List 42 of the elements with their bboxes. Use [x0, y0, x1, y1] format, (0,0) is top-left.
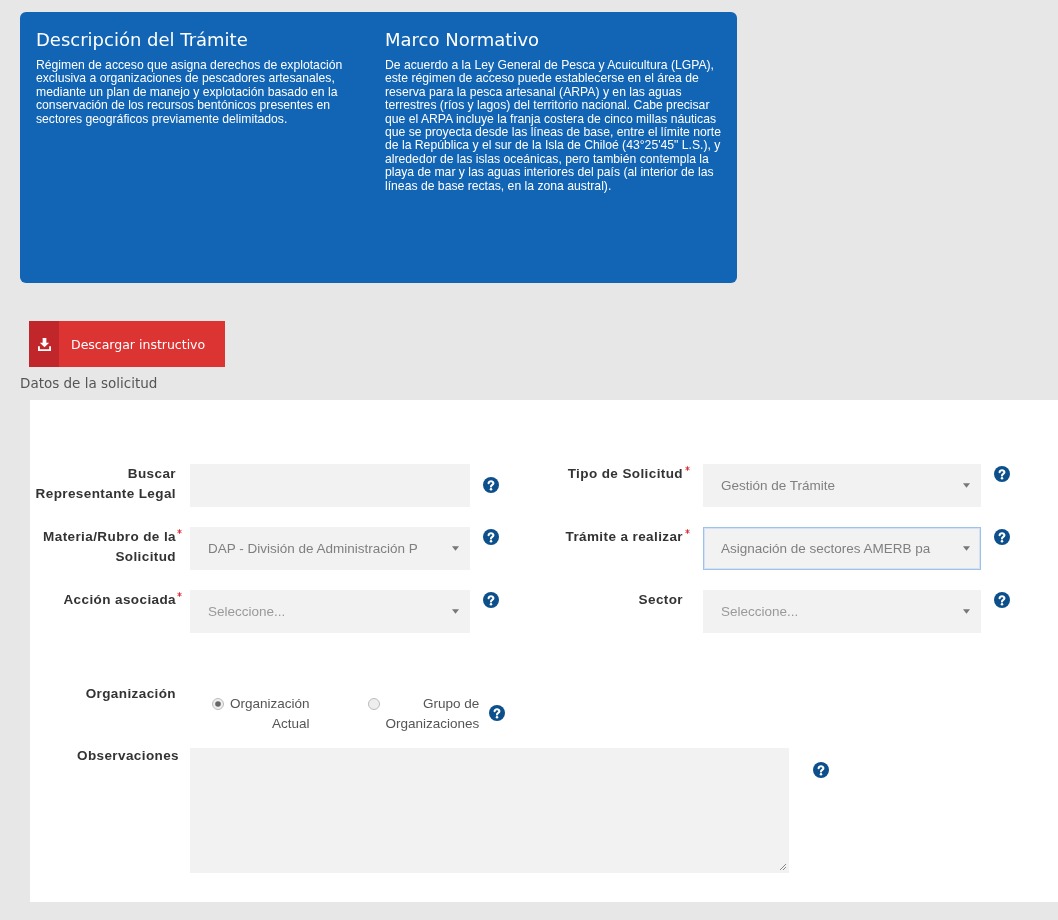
- select-field[interactable]: Gestión de Trámite: [703, 464, 981, 507]
- section-title: Datos de la solicitud: [20, 375, 159, 391]
- radio-option[interactable]: Grupo de Organizaciones: [367, 694, 480, 734]
- panel-title: Marco Normativo: [385, 29, 541, 50]
- help-icon[interactable]: [994, 466, 1010, 482]
- select-field[interactable]: Asignación de sectores AMERB pa: [703, 527, 981, 570]
- radio-button[interactable]: [212, 698, 224, 710]
- resize-grip-icon[interactable]: [779, 863, 787, 871]
- radio-button[interactable]: [367, 698, 380, 710]
- help-icon[interactable]: [489, 705, 506, 721]
- field-label: Observaciones: [76, 748, 180, 765]
- required-icon: [685, 466, 690, 471]
- select-field[interactable]: Seleccione...: [190, 590, 470, 633]
- help-icon[interactable]: [994, 529, 1010, 545]
- field-label: Tipo de Solicitud: [523, 464, 703, 484]
- field-label: Sector: [637, 591, 684, 609]
- help-icon[interactable]: [994, 592, 1010, 608]
- help-icon[interactable]: [483, 592, 499, 608]
- required-icon: [177, 592, 182, 597]
- help-icon[interactable]: [813, 762, 829, 778]
- radio-option[interactable]: Organización Actual: [212, 694, 310, 734]
- select-field[interactable]: Seleccione...: [703, 590, 981, 633]
- caret-icon: [963, 546, 970, 551]
- download-icon: [37, 337, 51, 351]
- help-icon[interactable]: [483, 529, 499, 545]
- help-icon[interactable]: [483, 477, 499, 493]
- select-field[interactable]: DAP - División de Administración P: [190, 527, 470, 570]
- field-label: Trámite a realizar: [523, 527, 703, 547]
- required-icon: [685, 529, 690, 534]
- panel-text: Régimen de acceso que asigna derechos de explotación exclusiva a organizaciones de pescadores artesanales, mediante un plan de manejo y explotación basado en la conservación de los recursos bentónicos presentes en sectores geográficos previamente delimitados.: [36, 59, 344, 127]
- caret-icon: [963, 483, 970, 488]
- caret-icon: [963, 609, 970, 614]
- panel-text: De acuerdo a la Ley General de Pesca y Acuicultura (LGPA), este régimen de acceso puede establecerse en el área de reserva para la pesca artesanal (ARPA) y en las aguas terrestres (ríos y lagos) del territorio nacional. Cabe precisar que el ARPA incluye la franja costera de cinco millas náuticas que se proyecta desde las líneas de base, entre el límite norte de la República y el sur de la Isla de Chiloé (43°25'45" L.S.), y alrededor de las islas oceánicas, pero también contempla la playa de mar y las aguas interiores del país (al interior de las líneas de base rectas, en la zona austral).: [385, 59, 723, 194]
- caret-icon: [452, 546, 459, 551]
- required-icon: [177, 529, 182, 534]
- field-label: Organización: [84, 686, 177, 702]
- field-label: Acción asociada: [30, 590, 190, 610]
- caret-icon: [452, 609, 459, 614]
- download-button[interactable]: Descargar instructivo: [29, 321, 225, 367]
- field-label: Materia/Rubro de la Solicitud: [30, 527, 190, 567]
- panel-title: Descripción del Trámite: [36, 29, 249, 50]
- field-label: Buscar Representante Legal: [34, 465, 177, 503]
